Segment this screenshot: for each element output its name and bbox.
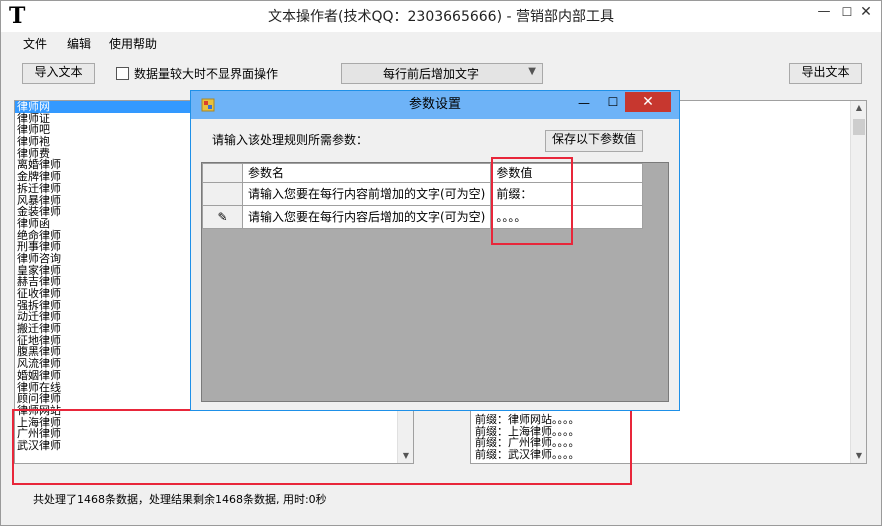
save-params-button[interactable]: 保存以下参数值: [545, 130, 643, 152]
dialog-minimize-button[interactable]: —: [574, 96, 594, 110]
operation-select-value: 每行前后增加文字: [382, 67, 479, 81]
title-bar: T 文本操作者(技术QQ：2303665666) - 营销部内部工具 — ☐ ✕: [1, 1, 881, 32]
result-scroll-thumb[interactable]: [853, 119, 865, 135]
grid-header-row: 参数名 参数值: [202, 163, 644, 183]
param-name-cell: 请输入您要在每行内容后增加的文字(可为空): [241, 205, 492, 229]
close-button[interactable]: ✕: [850, 2, 882, 24]
dialog-prompt: 请输入该处理规则所需参数：: [212, 133, 369, 147]
highlight-box-results: [12, 409, 632, 485]
dialog-maximize-button[interactable]: ☐: [603, 95, 623, 109]
window-title: 文本操作者(技术QQ：2303665666) - 营销部内部工具: [268, 9, 614, 25]
edit-pencil-icon[interactable]: ✎: [202, 205, 243, 229]
dialog-close-button[interactable]: ✕: [625, 92, 671, 112]
operation-select[interactable]: 每行前后增加文字 ▼: [341, 63, 543, 84]
scroll-down-icon[interactable]: ▼: [851, 449, 866, 463]
table-row[interactable]: 请输入您要在每行内容前增加的文字(可为空) 前缀：: [202, 182, 644, 206]
status-text: 共处理了1468条数据，处理结果剩余1468条数据, 用时:0秒: [33, 493, 327, 506]
menu-edit[interactable]: 编辑: [67, 36, 91, 52]
scroll-up-icon[interactable]: ▲: [851, 101, 866, 115]
grid-corner: [202, 163, 243, 183]
menu-file[interactable]: 文件: [23, 36, 47, 52]
menu-help[interactable]: 使用帮助: [109, 36, 157, 52]
parameter-dialog: 参数设置 — ☐ ✕ 请输入该处理规则所需参数： 保存以下参数值 参数名 参数值…: [190, 90, 680, 411]
highlight-box-values: [491, 157, 573, 245]
export-text-button[interactable]: 导出文本: [789, 63, 862, 84]
large-data-checkbox[interactable]: [116, 67, 129, 80]
table-row[interactable]: ✎ 请输入您要在每行内容后增加的文字(可为空) 。。。。: [202, 205, 644, 229]
row-header[interactable]: [202, 182, 243, 206]
param-name-cell: 请输入您要在每行内容前增加的文字(可为空): [241, 182, 492, 206]
parameter-table: 参数名 参数值 请输入您要在每行内容前增加的文字(可为空) 前缀： ✎ 请输入您…: [202, 163, 644, 229]
header-param-name: 参数名: [241, 163, 492, 183]
minimize-button[interactable]: —: [813, 2, 835, 24]
import-text-button[interactable]: 导入文本: [22, 63, 95, 84]
chevron-down-icon: ▼: [528, 66, 536, 77]
parameter-grid: 参数名 参数值 请输入您要在每行内容前增加的文字(可为空) 前缀： ✎ 请输入您…: [201, 162, 669, 402]
large-data-checkbox-label: 数据量较大时不显界面操作: [134, 67, 279, 81]
menu-bar: 文件 编辑 使用帮助: [1, 33, 881, 55]
dialog-title-bar: 参数设置 — ☐ ✕: [191, 91, 679, 119]
result-list-scrollbar[interactable]: ▲ ▼: [850, 101, 866, 463]
